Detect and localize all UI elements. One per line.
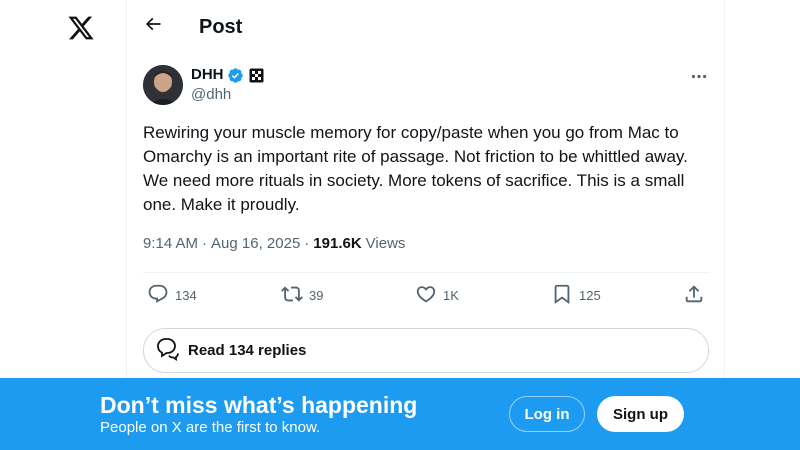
post-time[interactable]: 9:14 AM — [143, 234, 198, 254]
login-button[interactable]: Log in — [509, 396, 585, 432]
author-name[interactable]: DHH — [191, 65, 224, 85]
divider — [143, 272, 709, 273]
avatar[interactable] — [143, 65, 183, 105]
repost-icon — [281, 283, 303, 310]
author-handle[interactable]: @dhh — [191, 85, 264, 105]
bookmark-icon — [551, 283, 573, 310]
like-count: 1K — [443, 288, 459, 303]
post-meta: 9:14 AM · Aug 16, 2025 · 191.6K Views — [143, 234, 405, 254]
reply-count: 134 — [175, 288, 197, 303]
meta-separator: · — [202, 235, 208, 252]
author-block: DHH @dhh — [191, 65, 264, 105]
read-replies-button[interactable]: Read 134 replies — [143, 328, 709, 373]
share-button[interactable] — [683, 284, 705, 308]
read-replies-label: Read 134 replies — [188, 342, 307, 359]
more-dots-icon — [691, 66, 707, 84]
x-logo-icon[interactable] — [67, 14, 95, 42]
chat-bubbles-icon — [154, 335, 180, 366]
verified-badge-icon[interactable] — [227, 67, 244, 84]
back-button[interactable] — [141, 13, 165, 39]
bookmark-count: 125 — [579, 288, 601, 303]
views-count: 191.6K — [313, 235, 362, 252]
signup-banner: Don’t miss what’s happening People on X … — [0, 378, 800, 450]
action-bar: 134 39 1K 125 — [143, 284, 709, 308]
banner-subtitle: People on X are the first to know. — [100, 419, 321, 436]
bookmark-button[interactable]: 125 — [551, 284, 601, 308]
heart-icon — [415, 283, 437, 310]
affiliate-badge-icon[interactable] — [249, 68, 264, 83]
post-text: Rewiring your muscle memory for copy/pas… — [143, 123, 693, 214]
meta-separator: · — [304, 235, 310, 252]
more-button[interactable] — [689, 66, 709, 84]
banner-title: Don’t miss what’s happening — [100, 392, 418, 418]
post-date[interactable]: Aug 16, 2025 — [211, 234, 300, 254]
repost-count: 39 — [309, 288, 324, 303]
views-label: Views — [365, 235, 406, 252]
arrow-left-icon — [143, 14, 163, 39]
repost-button[interactable]: 39 — [281, 284, 323, 308]
page-title: Post — [199, 16, 243, 38]
like-button[interactable]: 1K — [415, 284, 459, 308]
share-icon — [683, 283, 705, 310]
reply-button[interactable]: 134 — [147, 284, 197, 308]
signup-button[interactable]: Sign up — [597, 396, 684, 432]
reply-icon — [147, 283, 169, 310]
post-header: Post — [127, 0, 725, 53]
